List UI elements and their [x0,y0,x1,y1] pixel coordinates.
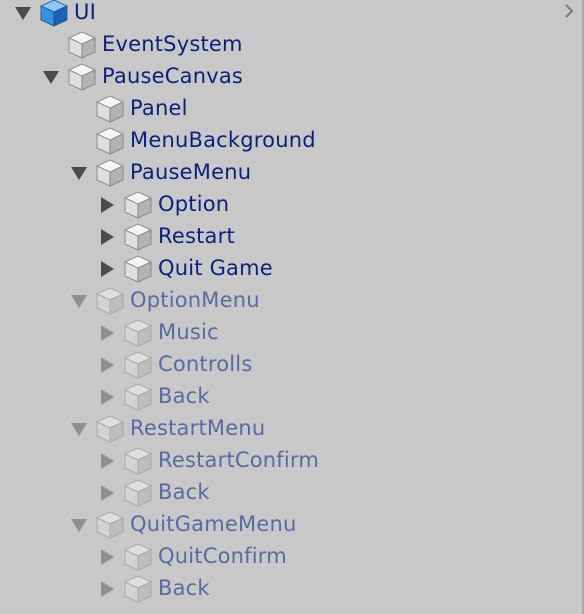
expand-arrow-right-icon[interactable] [98,196,116,214]
cube-icon [124,543,152,571]
hierarchy-item-music[interactable]: Music [0,316,578,348]
hierarchy-item-restart[interactable]: Restart [0,220,578,252]
hierarchy-item-label: PauseCanvas [102,64,244,88]
hierarchy-item-back-quit[interactable]: Back [0,572,578,604]
hierarchy-item-label: RestartMenu [130,416,266,440]
cube-icon [124,351,152,379]
cube-icon [124,255,152,283]
blue-cube-icon [40,0,68,27]
cube-icon [96,127,124,155]
cube-icon [124,223,152,251]
cube-icon [124,479,152,507]
hierarchy-item-controlls[interactable]: Controlls [0,348,578,380]
hierarchy-item-ui[interactable]: UI [0,0,578,28]
hierarchy-item-optionmenu[interactable]: OptionMenu [0,284,578,316]
hierarchy-item-label: Panel [130,96,188,120]
hierarchy-item-label: Option [158,192,230,216]
hierarchy-item-eventsystem[interactable]: EventSystem [0,28,578,60]
expand-arrow-down-icon[interactable] [70,516,88,534]
expand-arrow-right-icon[interactable] [98,580,116,598]
hierarchy-item-restartconfirm[interactable]: RestartConfirm [0,444,578,476]
hierarchy-item-label: RestartConfirm [158,448,320,472]
expand-arrow-right-icon[interactable] [98,228,116,246]
expand-arrow-down-icon[interactable] [70,164,88,182]
expand-arrow-right-icon[interactable] [98,260,116,278]
cube-icon [124,383,152,411]
hierarchy-item-panel[interactable]: Panel [0,92,578,124]
hierarchy-item-label: Back [158,384,210,408]
cube-icon [96,415,124,443]
cube-icon [124,319,152,347]
cube-icon [68,31,96,59]
hierarchy-item-label: QuitConfirm [158,544,287,568]
cube-icon [124,191,152,219]
hierarchy-item-label: EventSystem [102,32,243,56]
hierarchy-item-label: Back [158,576,210,600]
hierarchy-item-label: UI [74,0,96,24]
hierarchy-item-back-option[interactable]: Back [0,380,578,412]
expand-arrow-down-icon[interactable] [70,292,88,310]
cube-icon [124,447,152,475]
hierarchy-item-back-restart[interactable]: Back [0,476,578,508]
hierarchy-item-label: Restart [158,224,235,248]
hierarchy-item-label: PauseMenu [130,160,252,184]
expand-arrow-down-icon[interactable] [70,420,88,438]
hierarchy-item-pausecanvas[interactable]: PauseCanvas [0,60,578,92]
hierarchy-item-quitconfirm[interactable]: QuitConfirm [0,540,578,572]
hierarchy-item-label: Quit Game [158,256,273,280]
hierarchy-item-label: Back [158,480,210,504]
expand-arrow-right-icon[interactable] [98,452,116,470]
expand-arrow-down-icon[interactable] [14,4,32,22]
hierarchy-item-label: Controlls [158,352,253,376]
hierarchy-item-label: MenuBackground [130,128,316,152]
hierarchy-item-menubackground[interactable]: MenuBackground [0,124,578,156]
expand-arrow-down-icon[interactable] [42,68,60,86]
cube-icon [68,63,96,91]
hierarchy-item-label: OptionMenu [130,288,260,312]
cube-icon [96,511,124,539]
hierarchy-item-quitgamemenu[interactable]: QuitGameMenu [0,508,578,540]
expand-arrow-right-icon[interactable] [98,548,116,566]
hierarchy-item-label: QuitGameMenu [130,512,297,536]
cube-icon [124,575,152,603]
expand-arrow-right-icon[interactable] [98,356,116,374]
cube-icon [96,159,124,187]
hierarchy-item-restartmenu[interactable]: RestartMenu [0,412,578,444]
hierarchy-item-quit-game[interactable]: Quit Game [0,252,578,284]
cube-icon [96,287,124,315]
expand-arrow-right-icon[interactable] [98,324,116,342]
hierarchy-item-label: Music [158,320,219,344]
hierarchy-item-pausemenu[interactable]: PauseMenu [0,156,578,188]
expand-arrow-right-icon[interactable] [98,484,116,502]
hierarchy-item-option[interactable]: Option [0,188,578,220]
cube-icon [96,95,124,123]
expand-arrow-right-icon[interactable] [98,388,116,406]
hierarchy-panel: UI EventSystem PauseCanvas Panel MenuBackgro… [0,0,584,614]
